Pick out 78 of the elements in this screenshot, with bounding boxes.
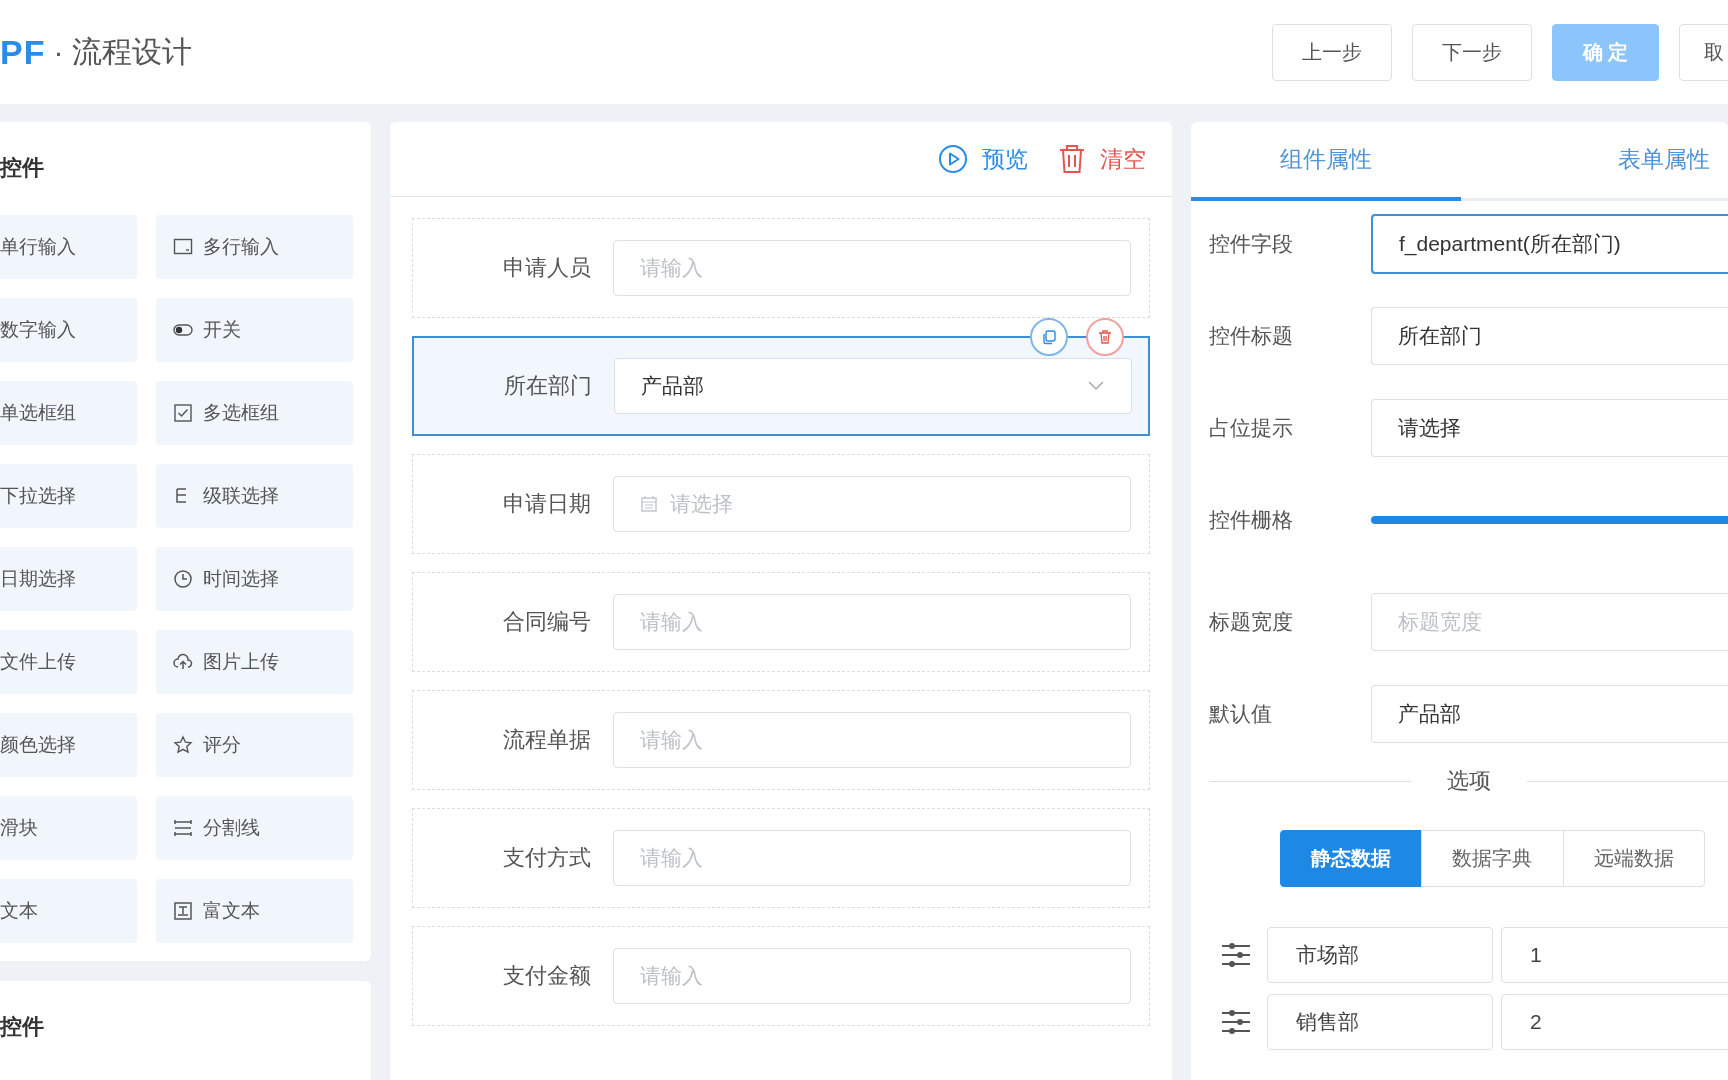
- panel-title: 控件: [0, 1013, 45, 1041]
- toolbar-button[interactable]: 清空: [1058, 143, 1146, 175]
- component-item[interactable]: 滑块: [0, 796, 137, 860]
- toolbar-button[interactable]: 预览: [938, 143, 1028, 175]
- field-label: 流程单据: [502, 726, 591, 754]
- drag-handle-icon: [1221, 1009, 1251, 1035]
- input-field[interactable]: 请选择: [1371, 398, 1728, 457]
- component-item[interactable]: 多选框组: [156, 381, 353, 445]
- field-label: 控件栅格: [1209, 506, 1294, 533]
- form-item[interactable]: 合同编号 请输入: [412, 572, 1150, 672]
- form-item[interactable]: 申请人员 请输入: [412, 218, 1150, 318]
- component-item[interactable]: 下拉选择: [0, 464, 137, 528]
- input-field[interactable]: 2: [1501, 994, 1728, 1050]
- copy-icon: [1041, 329, 1057, 345]
- select-field[interactable]: 产品部: [614, 358, 1132, 414]
- input-field[interactable]: 所在部门: [1371, 306, 1728, 365]
- component-item[interactable]: 文本: [0, 879, 137, 943]
- component-item[interactable]: 颜色选择: [0, 713, 137, 777]
- component-item[interactable]: 单选框组: [0, 381, 137, 445]
- toolbar-button[interactable]: 上一步: [1272, 23, 1392, 81]
- play-icon: [938, 144, 968, 174]
- component-item[interactable]: 单行输入: [0, 215, 137, 279]
- checkbox-icon: [173, 403, 193, 423]
- field-label: 默认值: [1209, 700, 1273, 727]
- field-label: 所在部门: [503, 372, 592, 400]
- segment-button[interactable]: 静态数据: [1280, 830, 1423, 887]
- logo-text: PF: [0, 32, 46, 72]
- field-label: 占位提示: [1209, 414, 1294, 441]
- field-label: 标题宽度: [1209, 608, 1294, 635]
- text-editor-icon: [173, 901, 193, 921]
- component-item[interactable]: 时间选择: [156, 547, 353, 611]
- form-item[interactable]: 支付金额 请输入: [412, 926, 1150, 1026]
- form-item[interactable]: 申请日期 请选择: [412, 454, 1150, 554]
- form-item[interactable]: 所在部门 产品部: [412, 336, 1150, 436]
- component-item[interactable]: 富文本: [156, 879, 353, 943]
- component-item[interactable]: 评分: [156, 713, 353, 777]
- input-field[interactable]: 销售部: [1267, 994, 1493, 1050]
- upload-icon: [173, 652, 193, 672]
- delete-button[interactable]: [1086, 318, 1124, 356]
- trash-icon: [1058, 144, 1086, 174]
- panel-title: 控件: [0, 154, 45, 182]
- component-item[interactable]: 开关: [156, 298, 353, 362]
- component-item[interactable]: 级联选择: [156, 464, 353, 528]
- field-label: 支付方式: [502, 844, 591, 872]
- divider-icon: [173, 818, 193, 838]
- field-label: 合同编号: [502, 608, 591, 636]
- field-label: 支付金额: [502, 962, 591, 990]
- copy-button[interactable]: [1030, 318, 1068, 356]
- form-item[interactable]: 流程单据 请输入: [412, 690, 1150, 790]
- input-field[interactable]: 产品部: [1371, 684, 1728, 743]
- component-item[interactable]: 分割线: [156, 796, 353, 860]
- page-title: · 流程设计: [53, 33, 192, 70]
- field-label: 申请人员: [502, 254, 591, 282]
- input-field[interactable]: 1: [1501, 927, 1728, 983]
- chevron-down-icon: [1087, 380, 1105, 392]
- field-label: 控件标题: [1209, 322, 1294, 349]
- star-icon: [173, 735, 193, 755]
- drag-handle-icon: [1221, 942, 1251, 968]
- toolbar-button[interactable]: 取: [1679, 23, 1728, 81]
- form-item[interactable]: 支付方式 请输入: [412, 808, 1150, 908]
- slider[interactable]: [1371, 515, 1728, 524]
- calendar-icon: [640, 495, 658, 513]
- component-item[interactable]: 文件上传: [0, 630, 137, 694]
- segment-button[interactable]: 数据字典: [1421, 830, 1564, 887]
- component-item[interactable]: 多行输入: [156, 215, 353, 279]
- component-item[interactable]: 数字输入: [0, 298, 137, 362]
- field-label: 控件字段: [1209, 230, 1294, 257]
- clock-icon: [173, 569, 193, 589]
- component-item[interactable]: 日期选择: [0, 547, 137, 611]
- section-title: 选项: [1445, 767, 1492, 795]
- field-label: 申请日期: [502, 490, 591, 518]
- trash-icon: [1097, 329, 1113, 345]
- component-item[interactable]: 图片上传: [156, 630, 353, 694]
- toolbar-button[interactable]: 下一步: [1412, 23, 1532, 81]
- textarea-icon: [173, 237, 193, 257]
- segment-button[interactable]: 远端数据: [1562, 830, 1705, 887]
- input-field[interactable]: f_department(所在部门): [1371, 213, 1728, 274]
- input-field[interactable]: 市场部: [1267, 927, 1493, 983]
